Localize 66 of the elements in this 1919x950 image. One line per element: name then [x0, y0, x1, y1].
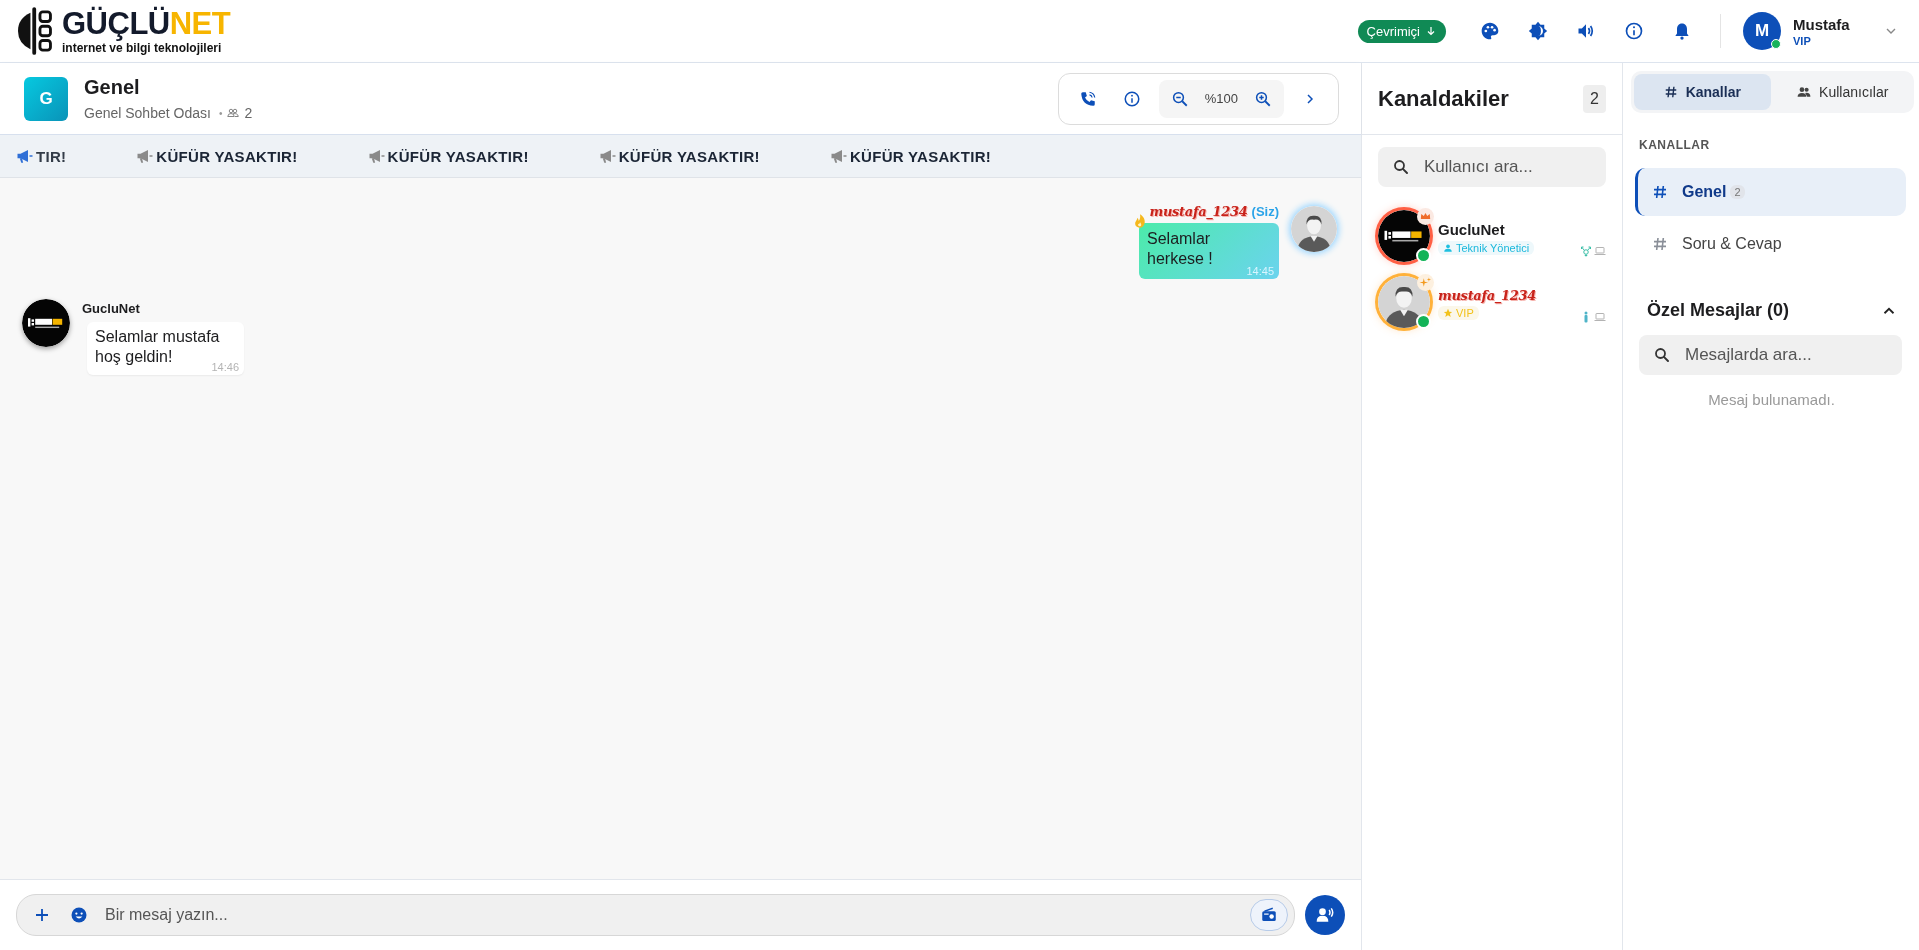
channel-item[interactable]: Genel 2: [1635, 168, 1906, 216]
voice-icon: [1315, 905, 1335, 925]
user-avatar-icon: [1291, 206, 1337, 252]
people-icon: [1797, 85, 1812, 99]
announcement-text: KÜFÜR YASAKTIR!: [387, 147, 529, 165]
member-item[interactable]: mustafa_1234 VIP: [1362, 269, 1622, 335]
sparkle-icon: [1417, 274, 1434, 291]
channel-count: 2: [1730, 185, 1745, 199]
member-name: GucluNet: [1438, 221, 1505, 238]
channel-subtitle: Genel Sohbet Odası: [84, 105, 211, 121]
sidebar-tab[interactable]: Kullanıcılar: [1774, 74, 1911, 110]
zoom-level: %100: [1204, 91, 1238, 106]
brand-tagline: internet ve bilgi teknolojileri: [62, 40, 223, 55]
message-search-field[interactable]: Mesajlarda ara...: [1639, 335, 1902, 375]
gender-icon: [1580, 245, 1592, 257]
voice-button[interactable]: [1305, 895, 1345, 935]
plus-icon[interactable]: [33, 906, 51, 924]
message-time: 14:46: [211, 361, 239, 373]
brand-name: GÜÇLÜNET: [62, 7, 231, 39]
arrow-down-icon: [1425, 25, 1437, 37]
channel-name: Genel: [84, 76, 141, 99]
sidebar-tab[interactable]: Kanallar: [1634, 74, 1771, 110]
user-search-field[interactable]: Kullanıcı ara...: [1378, 147, 1606, 187]
author-name: GucluNet: [82, 301, 140, 316]
hash-icon: [1652, 236, 1668, 252]
info-icon[interactable]: [1624, 21, 1644, 41]
logo-avatar-icon: [22, 299, 70, 347]
channel-avatar: G: [24, 76, 68, 121]
announcement-text: KÜFÜR YASAKTIR!: [618, 147, 760, 165]
role-tag: Teknik Yönetici: [1438, 241, 1535, 255]
hash-icon: [1663, 85, 1678, 99]
member-item[interactable]: GucluNet Teknik Yönetici: [1362, 203, 1622, 269]
user-rank: VIP: [1793, 34, 1812, 47]
empty-message: Mesaj bulunamadı.: [1707, 391, 1836, 408]
section-heading: KANALLAR: [1639, 137, 1711, 152]
star-icon: [1443, 308, 1453, 318]
laptop-icon: [1594, 245, 1606, 257]
announcement-text: KÜFÜR YASAKTIR!: [849, 147, 992, 165]
radio-button[interactable]: [1250, 899, 1288, 931]
member-name: mustafa_1234: [1438, 288, 1537, 303]
brightness-icon[interactable]: [1528, 21, 1548, 41]
panel-title: Kanaldakiler: [1378, 85, 1509, 112]
message-field[interactable]: Bir mesaj yazın...: [16, 894, 1295, 936]
crown-icon: [1417, 208, 1434, 225]
role-tag: VIP: [1438, 306, 1479, 320]
user-name: Mustafa: [1793, 15, 1851, 33]
channel-item[interactable]: Soru & Cevap: [1635, 220, 1906, 268]
status-button[interactable]: Çevrimiçi: [1357, 19, 1446, 43]
smiley-icon[interactable]: [70, 906, 88, 924]
separator-dot: •: [218, 107, 223, 119]
flame-icon: [1132, 213, 1148, 229]
member-count: 2: [1583, 84, 1606, 113]
radio-icon: [1260, 906, 1278, 924]
user-avatar[interactable]: M: [1743, 12, 1781, 50]
message-text: Selamlar herkese !: [1147, 229, 1214, 269]
laptop-icon: [1594, 311, 1606, 323]
author-name: mustafa_1234: [1149, 204, 1248, 219]
you-tag: (Siz): [1251, 204, 1279, 219]
people-icon: [227, 107, 240, 119]
member-count: 2: [244, 105, 253, 121]
section-heading: Özel Mesajlar (0): [1647, 300, 1790, 321]
palette-icon[interactable]: [1480, 21, 1500, 41]
message-time: 14:45: [1246, 265, 1274, 277]
announcement-text: TIR!: [36, 147, 67, 165]
hash-icon: [1652, 184, 1668, 200]
announcement-text: KÜFÜR YASAKTIR!: [156, 147, 298, 165]
